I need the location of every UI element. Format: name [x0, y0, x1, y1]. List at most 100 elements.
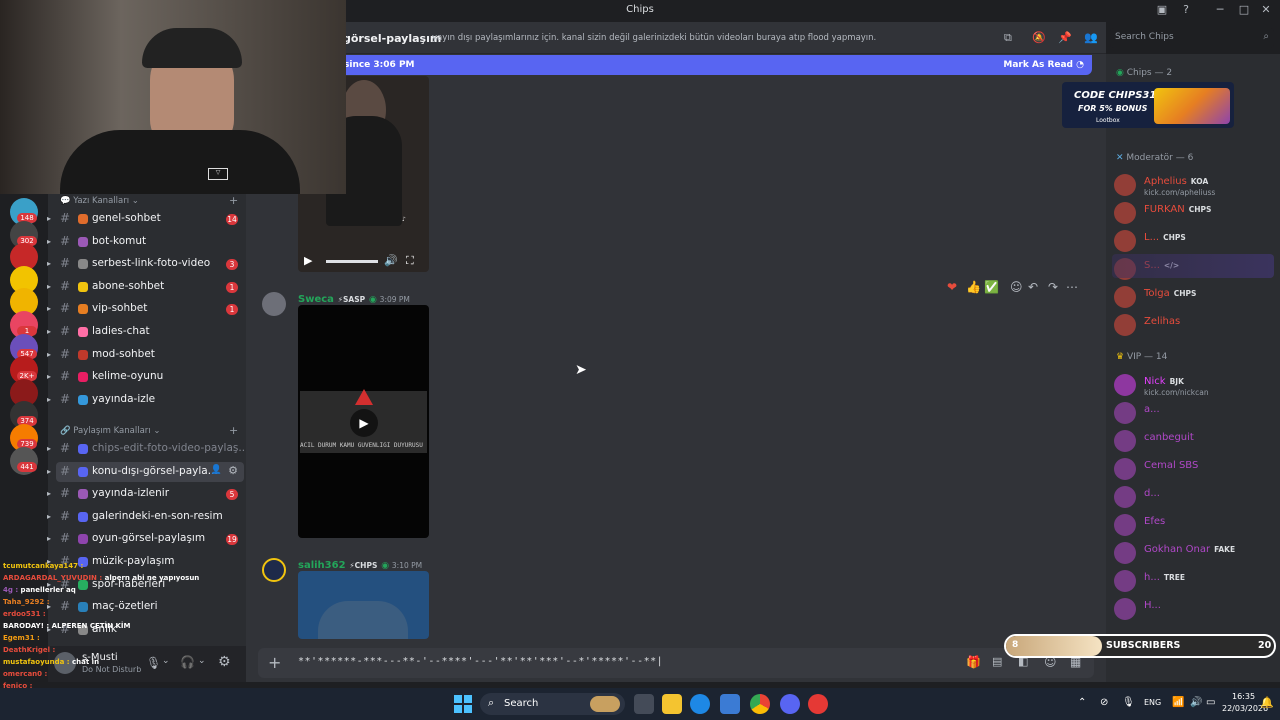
- inbox-icon[interactable]: ▣: [1154, 3, 1170, 19]
- member-name[interactable]: Cemal SBS: [1144, 460, 1198, 471]
- minimize-button[interactable]: ─: [1212, 3, 1228, 19]
- play-icon[interactable]: ▶: [350, 409, 378, 437]
- member-name[interactable]: a...: [1144, 404, 1160, 415]
- member-name[interactable]: Aphelius KOA: [1144, 176, 1208, 187]
- gear-icon[interactable]: ⚙: [228, 464, 238, 477]
- member-name[interactable]: L... CHPS: [1144, 232, 1186, 243]
- avatar[interactable]: [1114, 202, 1136, 224]
- new-messages-bar[interactable]: since 3:06 PM Mark As Read ◔: [336, 55, 1092, 75]
- headphones-icon[interactable]: 🎧: [180, 655, 195, 669]
- channel-item[interactable]: # galerindeki-en-son-resim: [56, 507, 244, 527]
- avatar[interactable]: [262, 558, 286, 582]
- avatar[interactable]: [1114, 570, 1136, 592]
- mark-as-read-button[interactable]: Mark As Read ◔: [1003, 60, 1084, 70]
- gear-icon[interactable]: ⚙: [218, 654, 231, 670]
- heart-reaction-icon[interactable]: ❤: [947, 280, 957, 294]
- avatar[interactable]: [1114, 514, 1136, 536]
- add-channel-icon[interactable]: +: [229, 194, 238, 207]
- chrome-icon[interactable]: [750, 694, 770, 714]
- thumbs-up-reaction-icon[interactable]: 👍: [966, 280, 981, 294]
- channel-item[interactable]: # kelime-oyunu: [56, 367, 244, 387]
- channel-item[interactable]: # konu-dışı-görsel-payla... 👤 ⚙: [56, 461, 244, 482]
- notifications-icon[interactable]: 🔔: [1260, 696, 1274, 709]
- store-icon[interactable]: [720, 694, 740, 714]
- channel-item[interactable]: # chips-edit-foto-video-paylaş...: [56, 439, 248, 459]
- file-explorer-icon[interactable]: [662, 694, 682, 714]
- add-reaction-icon[interactable]: ☺: [1010, 280, 1023, 294]
- member-name[interactable]: H...: [1144, 600, 1161, 611]
- language-indicator[interactable]: ENG: [1144, 698, 1161, 707]
- avatar[interactable]: [1114, 230, 1136, 252]
- avatar[interactable]: [1114, 174, 1136, 196]
- channel-item[interactable]: # genel-sohbet 14: [56, 209, 244, 229]
- channel-item[interactable]: # vip-sohbet 1: [56, 299, 244, 319]
- avatar[interactable]: [262, 292, 286, 316]
- close-button[interactable]: ✕: [1258, 3, 1274, 19]
- message-composer[interactable]: + **'******-***---**-'--****'---'**'**'*…: [258, 648, 1094, 678]
- maximize-button[interactable]: □: [1236, 3, 1252, 19]
- volume-icon[interactable]: 🔊: [1190, 697, 1202, 708]
- network-icon[interactable]: ⊘: [1100, 697, 1108, 708]
- threads-icon[interactable]: ⧉: [1004, 31, 1018, 45]
- channel-item[interactable]: # abone-sohbet 1: [56, 277, 244, 297]
- search-input[interactable]: Search Chips ⌕: [1110, 28, 1274, 48]
- avatar[interactable]: [1114, 542, 1136, 564]
- edge-icon[interactable]: [690, 694, 710, 714]
- wifi-icon[interactable]: 📶: [1172, 697, 1184, 708]
- taskbar-search[interactable]: ⌕ Search: [480, 693, 625, 715]
- clock-time[interactable]: 16:35: [1232, 692, 1255, 701]
- member-name[interactable]: canbeguit: [1144, 432, 1194, 443]
- help-icon[interactable]: ?: [1178, 3, 1194, 19]
- category-text-channels[interactable]: 💬 Yazı Kanalları ⌄: [60, 196, 139, 206]
- avatar[interactable]: [1114, 430, 1136, 452]
- channel-item[interactable]: # yayında-izle: [56, 390, 244, 410]
- member-name[interactable]: FURKAN CHPS: [1144, 204, 1211, 215]
- reply-icon[interactable]: ↶: [1028, 280, 1038, 294]
- image-attachment[interactable]: [298, 571, 429, 639]
- forward-icon[interactable]: ↷: [1048, 280, 1058, 294]
- windows-start-icon[interactable]: [454, 695, 472, 713]
- more-icon[interactable]: ⋯: [1066, 280, 1078, 294]
- channel-item[interactable]: # oyun-görsel-paylaşım 19: [56, 529, 244, 549]
- channel-item[interactable]: # yayında-izlenir 5: [56, 484, 244, 504]
- channel-item[interactable]: # mod-sohbet: [56, 345, 244, 365]
- member-name[interactable]: Gokhan Onar FAKE: [1144, 544, 1235, 555]
- discord-icon[interactable]: [780, 694, 800, 714]
- member-name[interactable]: Nick BJK: [1144, 376, 1184, 387]
- gif-icon[interactable]: ▤: [992, 655, 1002, 668]
- add-attachment-icon[interactable]: +: [268, 653, 281, 672]
- channel-item[interactable]: # serbest-link-foto-video 3: [56, 254, 244, 274]
- fullscreen-icon[interactable]: ⛶: [406, 254, 414, 268]
- battery-icon[interactable]: ▭: [1206, 697, 1215, 708]
- chevron-up-icon[interactable]: ⌃: [1078, 697, 1086, 708]
- task-view-icon[interactable]: [634, 694, 654, 714]
- avatar[interactable]: [1114, 374, 1136, 396]
- message-input[interactable]: **'******-***---**-'--****'---'**'**'***…: [298, 656, 663, 667]
- pin-icon[interactable]: 📌: [1058, 31, 1072, 45]
- avatar[interactable]: [1114, 314, 1136, 336]
- message-author[interactable]: Sweca: [298, 294, 334, 305]
- chevron-down-icon[interactable]: ⌄: [198, 656, 206, 666]
- video-progress-bar[interactable]: [326, 260, 378, 263]
- avatar[interactable]: [1114, 458, 1136, 480]
- app-icon[interactable]: [808, 694, 828, 714]
- member-name[interactable]: d...: [1144, 488, 1160, 499]
- add-member-icon[interactable]: 👤: [211, 465, 222, 475]
- member-list-icon[interactable]: 👥: [1084, 31, 1098, 45]
- microphone-icon[interactable]: 🎙: [1122, 697, 1135, 708]
- message-author[interactable]: salih362: [298, 560, 346, 571]
- member-name[interactable]: Efes: [1144, 516, 1165, 527]
- video-attachment[interactable]: ▶ ACIL DURUM KAMU GÜVENLİĞİ DUYURUSU: [298, 305, 429, 538]
- avatar[interactable]: [1114, 598, 1136, 620]
- check-reaction-icon[interactable]: ✅: [984, 280, 999, 294]
- avatar[interactable]: [1114, 286, 1136, 308]
- play-icon[interactable]: ▶: [304, 254, 312, 267]
- avatar[interactable]: [1114, 402, 1136, 424]
- gift-icon[interactable]: 🎁: [966, 655, 981, 669]
- add-channel-icon[interactable]: +: [229, 424, 238, 437]
- member-name[interactable]: Tolga CHPS: [1144, 288, 1196, 299]
- member-name[interactable]: h... TREE: [1144, 572, 1185, 583]
- avatar[interactable]: [1114, 486, 1136, 508]
- category-sharing-channels[interactable]: 🔗 Paylaşım Kanalları ⌄: [60, 426, 160, 436]
- member-name[interactable]: Zelihas: [1144, 316, 1180, 327]
